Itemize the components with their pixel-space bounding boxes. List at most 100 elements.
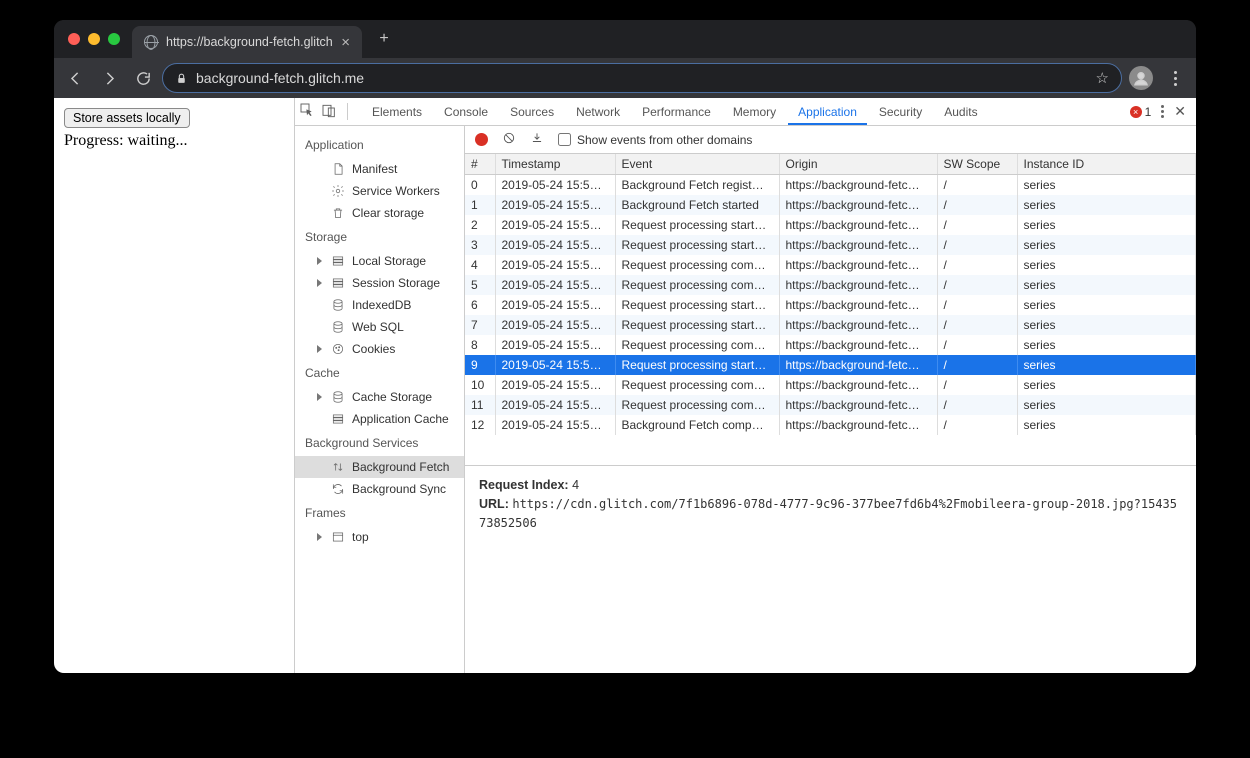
table-row[interactable]: 122019-05-24 15:5…Background Fetch comp…… bbox=[465, 415, 1196, 435]
browser-menu-button[interactable] bbox=[1160, 63, 1190, 93]
cell-ts: 2019-05-24 15:5… bbox=[495, 175, 615, 196]
error-icon: × bbox=[1130, 106, 1142, 118]
cell-ts: 2019-05-24 15:5… bbox=[495, 415, 615, 435]
table-row[interactable]: 102019-05-24 15:5…Request processing com… bbox=[465, 375, 1196, 395]
sidebar-item-cookies[interactable]: Cookies bbox=[295, 338, 464, 360]
devtools-tab-security[interactable]: Security bbox=[869, 99, 932, 125]
cell-origin: https://background-fetc… bbox=[779, 175, 937, 196]
sidebar-item-background-sync[interactable]: Background Sync bbox=[295, 478, 464, 500]
cell-scope: / bbox=[937, 195, 1017, 215]
sidebar-item-session-storage[interactable]: Session Storage bbox=[295, 272, 464, 294]
download-button[interactable] bbox=[530, 131, 544, 148]
error-count: 1 bbox=[1145, 105, 1152, 119]
clear-button[interactable] bbox=[502, 131, 516, 148]
table-row[interactable]: 52019-05-24 15:5…Request processing com…… bbox=[465, 275, 1196, 295]
browser-tab[interactable]: https://background-fetch.glitch × bbox=[132, 26, 362, 58]
cell-ts: 2019-05-24 15:5… bbox=[495, 275, 615, 295]
profile-button[interactable] bbox=[1126, 63, 1156, 93]
close-window-button[interactable] bbox=[68, 33, 80, 45]
cell-iid: series bbox=[1017, 375, 1196, 395]
sidebar-item-label: top bbox=[352, 530, 369, 544]
table-row[interactable]: 62019-05-24 15:5…Request processing star… bbox=[465, 295, 1196, 315]
forward-button[interactable] bbox=[94, 63, 124, 93]
sidebar-item-label: Cookies bbox=[352, 342, 395, 356]
table-row[interactable]: 112019-05-24 15:5…Request processing com… bbox=[465, 395, 1196, 415]
maximize-window-button[interactable] bbox=[108, 33, 120, 45]
devtools-tab-application[interactable]: Application bbox=[788, 99, 867, 125]
store-assets-button[interactable]: Store assets locally bbox=[64, 108, 190, 128]
sidebar-item-application-cache[interactable]: Application Cache bbox=[295, 408, 464, 430]
cell-origin: https://background-fetc… bbox=[779, 235, 937, 255]
cell-ts: 2019-05-24 15:5… bbox=[495, 395, 615, 415]
cell-ts: 2019-05-24 15:5… bbox=[495, 295, 615, 315]
devtools-tab-elements[interactable]: Elements bbox=[362, 99, 432, 125]
table-row[interactable]: 32019-05-24 15:5…Request processing star… bbox=[465, 235, 1196, 255]
table-row[interactable]: 22019-05-24 15:5…Request processing star… bbox=[465, 215, 1196, 235]
col-event[interactable]: Event bbox=[615, 154, 779, 175]
show-other-domains-input[interactable] bbox=[558, 133, 571, 146]
cell-event: Request processing start… bbox=[615, 315, 779, 335]
sidebar-item-web-sql[interactable]: Web SQL bbox=[295, 316, 464, 338]
cell-iid: series bbox=[1017, 395, 1196, 415]
col-instanceid[interactable]: Instance ID bbox=[1017, 154, 1196, 175]
table-row[interactable]: 72019-05-24 15:5…Request processing star… bbox=[465, 315, 1196, 335]
cell-event: Request processing com… bbox=[615, 395, 779, 415]
cell-origin: https://background-fetc… bbox=[779, 195, 937, 215]
devtools-tab-network[interactable]: Network bbox=[566, 99, 630, 125]
cell-iid: series bbox=[1017, 335, 1196, 355]
cell-event: Request processing com… bbox=[615, 255, 779, 275]
cell-origin: https://background-fetc… bbox=[779, 355, 937, 375]
bookmark-star-icon[interactable]: ☆ bbox=[1096, 69, 1109, 87]
sidebar-item-label: Web SQL bbox=[352, 320, 404, 334]
minimize-window-button[interactable] bbox=[88, 33, 100, 45]
sidebar-item-service-workers[interactable]: Service Workers bbox=[295, 180, 464, 202]
sidebar-item-background-fetch[interactable]: Background Fetch bbox=[295, 456, 464, 478]
error-indicator[interactable]: × 1 bbox=[1130, 105, 1152, 119]
col-swscope[interactable]: SW Scope bbox=[937, 154, 1017, 175]
devtools-tab-console[interactable]: Console bbox=[434, 99, 498, 125]
close-tab-icon[interactable]: × bbox=[341, 34, 350, 51]
cell-scope: / bbox=[937, 275, 1017, 295]
record-button[interactable] bbox=[475, 133, 488, 146]
devtools-tab-sources[interactable]: Sources bbox=[500, 99, 564, 125]
cell-iid: series bbox=[1017, 215, 1196, 235]
progress-text: Progress: waiting... bbox=[64, 132, 284, 150]
sidebar-item-local-storage[interactable]: Local Storage bbox=[295, 250, 464, 272]
device-toolbar-icon[interactable] bbox=[321, 102, 337, 121]
cell-ts: 2019-05-24 15:5… bbox=[495, 255, 615, 275]
table-row[interactable]: 12019-05-24 15:5…Background Fetch starte… bbox=[465, 195, 1196, 215]
table-row[interactable]: 92019-05-24 15:5…Request processing star… bbox=[465, 355, 1196, 375]
db-icon bbox=[331, 254, 345, 268]
table-row[interactable]: 82019-05-24 15:5…Request processing com…… bbox=[465, 335, 1196, 355]
col-[interactable]: # bbox=[465, 154, 495, 175]
globe-icon bbox=[144, 35, 158, 49]
devtools-menu-button[interactable] bbox=[1161, 105, 1164, 118]
devtools-tab-performance[interactable]: Performance bbox=[632, 99, 721, 125]
url-text: background-fetch.glitch.me bbox=[196, 70, 1088, 86]
address-bar[interactable]: background-fetch.glitch.me ☆ bbox=[162, 63, 1122, 93]
devtools-tab-audits[interactable]: Audits bbox=[934, 99, 987, 125]
reload-button[interactable] bbox=[128, 63, 158, 93]
col-origin[interactable]: Origin bbox=[779, 154, 937, 175]
cell-iid: series bbox=[1017, 295, 1196, 315]
sidebar-item-top[interactable]: top bbox=[295, 526, 464, 548]
cell-event: Request processing start… bbox=[615, 355, 779, 375]
back-button[interactable] bbox=[60, 63, 90, 93]
gear-icon bbox=[331, 184, 345, 198]
sidebar-item-clear-storage[interactable]: Clear storage bbox=[295, 202, 464, 224]
table-row[interactable]: 02019-05-24 15:5…Background Fetch regist… bbox=[465, 175, 1196, 196]
close-devtools-button[interactable]: ✕ bbox=[1174, 103, 1186, 120]
cell-scope: / bbox=[937, 295, 1017, 315]
sidebar-item-indexeddb[interactable]: IndexedDB bbox=[295, 294, 464, 316]
devtools-tab-memory[interactable]: Memory bbox=[723, 99, 786, 125]
show-other-domains-checkbox[interactable]: Show events from other domains bbox=[558, 133, 752, 147]
new-tab-button[interactable]: + bbox=[372, 27, 396, 51]
expand-icon bbox=[317, 393, 322, 401]
inspect-element-icon[interactable] bbox=[299, 102, 315, 121]
cell-iid: series bbox=[1017, 235, 1196, 255]
table-row[interactable]: 42019-05-24 15:5…Request processing com…… bbox=[465, 255, 1196, 275]
col-timestamp[interactable]: Timestamp bbox=[495, 154, 615, 175]
cell-ts: 2019-05-24 15:5… bbox=[495, 215, 615, 235]
sidebar-item-cache-storage[interactable]: Cache Storage bbox=[295, 386, 464, 408]
sidebar-item-manifest[interactable]: Manifest bbox=[295, 158, 464, 180]
